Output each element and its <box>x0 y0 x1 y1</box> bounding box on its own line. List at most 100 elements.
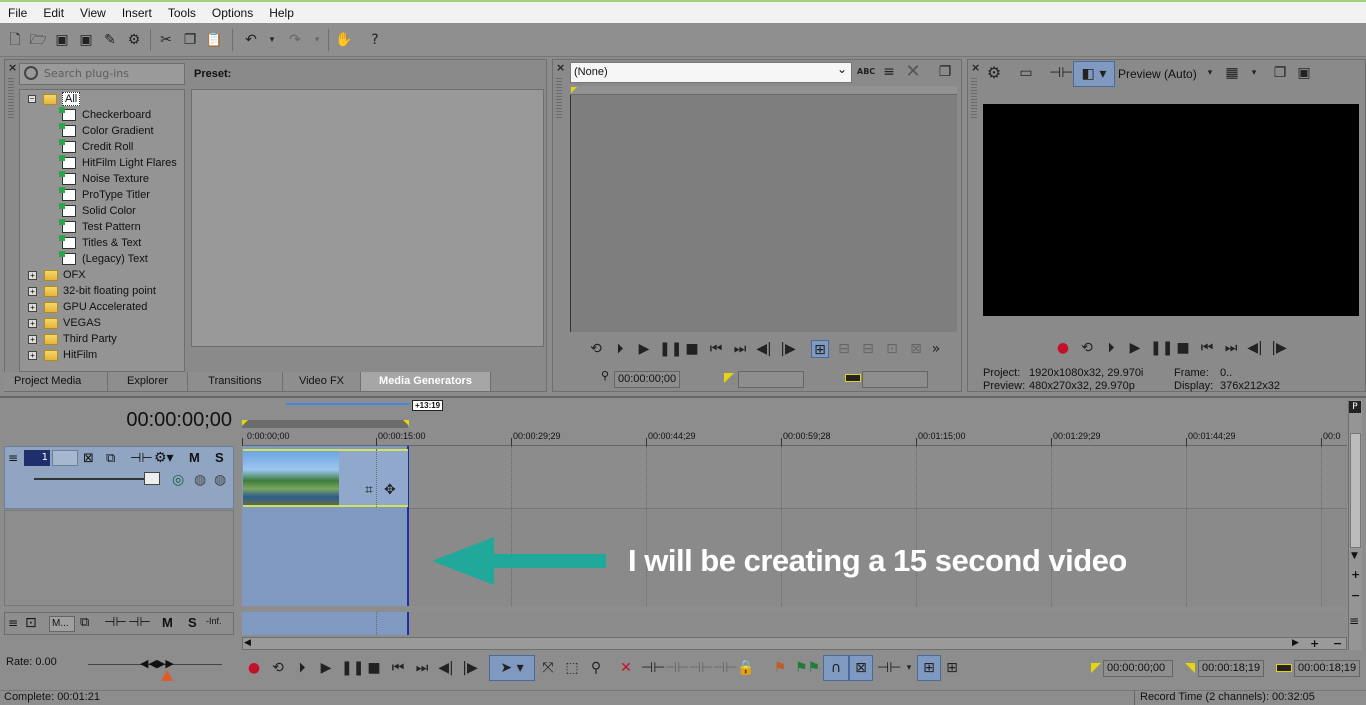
close-panel-icon[interactable]: × <box>971 62 981 73</box>
save-icon[interactable]: ▣ <box>53 31 71 49</box>
ignore-grouping-icon[interactable]: ⊞ <box>943 659 961 677</box>
trim-end-icon[interactable]: ⊣⊢ <box>689 659 713 677</box>
fit-icon[interactable]: ⊡ <box>883 340 901 358</box>
tree-item-generator[interactable]: ProType Titler <box>59 187 150 203</box>
bus-name[interactable]: M... <box>49 616 75 632</box>
tree-item-generator[interactable]: Titles & Text <box>59 235 141 251</box>
tree-item-all[interactable]: − All <box>28 91 81 107</box>
play-icon[interactable]: ▶ <box>1126 339 1144 357</box>
properties-gear-icon[interactable]: ⚙ <box>125 31 143 49</box>
cut-icon[interactable]: ✂ <box>157 31 175 49</box>
menu-file[interactable]: File <box>0 6 35 20</box>
bus-pan-icon[interactable]: ⊣⊢ <box>128 615 151 630</box>
make-compositing-parent-icon[interactable]: ◍ <box>214 472 226 488</box>
go-to-start-icon[interactable]: ⏮ <box>1198 339 1216 357</box>
selection-end-timecode[interactable]: 00:00:18;19 <box>1198 660 1264 677</box>
tree-item-generator[interactable]: Checkerboard <box>59 107 151 123</box>
save-as-icon[interactable]: ▣ <box>77 31 95 49</box>
copy-snapshot-icon[interactable]: ❐ <box>1271 64 1289 82</box>
play-from-start-icon[interactable]: ⏵ <box>293 659 311 677</box>
loop-icon[interactable]: ⟲ <box>587 340 605 358</box>
panel-splitter[interactable] <box>0 396 1366 398</box>
scroll-right-icon[interactable]: ▶ <box>1292 638 1299 648</box>
step-forward-icon[interactable]: |▶ <box>779 340 797 358</box>
menu-edit[interactable]: Edit <box>35 6 72 20</box>
new-file-icon[interactable]: 🗋 <box>6 31 24 49</box>
compositing-child-icon[interactable]: ◎ <box>172 472 184 488</box>
overwrite-icon[interactable]: ⊟ <box>859 340 877 358</box>
tree-item-folder[interactable]: + OFX <box>28 267 86 283</box>
next-frame-icon[interactable]: |▶ <box>1270 339 1288 357</box>
menu-help[interactable]: Help <box>261 6 302 20</box>
tree-item-generator[interactable]: (Legacy) Text <box>59 251 148 267</box>
trimmer-length-timecode[interactable] <box>862 371 928 388</box>
menu-view[interactable]: View <box>72 6 114 20</box>
expand-icon[interactable]: + <box>28 286 37 296</box>
track-menu-icon[interactable]: ≡ <box>8 451 18 465</box>
video-fx-toggle-icon[interactable]: ◧ ▾ <box>1073 61 1115 87</box>
track-motion-icon[interactable]: ⊠ <box>83 451 94 466</box>
undo-dropdown-icon[interactable]: ▾ <box>263 31 281 49</box>
pause-icon[interactable]: ❚❚ <box>659 340 682 358</box>
tree-item-generator[interactable]: Noise Texture <box>59 171 149 187</box>
clear-x-icon[interactable]: ✕ <box>904 63 922 81</box>
insert-marker-icon[interactable]: ⚑ <box>771 659 789 677</box>
spell-check-icon[interactable]: ABC <box>857 63 875 81</box>
selection-length-timecode[interactable]: 00:00:18;19 <box>1294 660 1360 677</box>
render-icon[interactable]: ✎ <box>101 31 119 49</box>
go-to-end-icon[interactable]: ⏭ <box>413 659 431 677</box>
interactive-tutorial-icon[interactable]: ✋ <box>335 31 353 49</box>
loop-start-marker-icon[interactable] <box>242 420 248 426</box>
bus-list-menu-icon[interactable]: ≡ <box>1349 614 1359 628</box>
stop-icon[interactable]: ■ <box>683 340 701 358</box>
loop-region-bar[interactable] <box>242 420 408 428</box>
next-frame-icon[interactable]: ⏭ <box>731 340 749 358</box>
more-chevron-icon[interactable]: » <box>927 340 945 358</box>
bus-automation-icon[interactable]: ⊣⊢ <box>104 615 127 630</box>
tree-item-generator[interactable]: HitFilm Light Flares <box>59 155 177 171</box>
lock-icon[interactable]: 🔒 <box>737 659 755 677</box>
rate-slider-thumb-icon[interactable]: ◀◀▶▶ <box>140 657 174 670</box>
copy-icon[interactable]: ❐ <box>181 31 199 49</box>
preview-screen[interactable] <box>983 104 1359 316</box>
panel-grip[interactable] <box>971 78 977 118</box>
timeline-ruler[interactable]: 0:00:00;00 00:00:15:00 00:00:29;29 00:00… <box>242 428 1347 446</box>
play-icon[interactable]: ▶ <box>317 659 335 677</box>
previous-frame-icon[interactable]: ◀| <box>437 659 455 677</box>
expand-icon[interactable]: + <box>28 350 37 360</box>
menu-insert[interactable]: Insert <box>114 6 160 20</box>
play-from-start-icon[interactable]: ⏵ <box>1102 339 1120 357</box>
solo-button[interactable]: S <box>215 450 224 465</box>
previous-frame-icon[interactable]: ⏮ <box>707 340 725 358</box>
tree-item-folder[interactable]: + GPU Accelerated <box>28 299 147 315</box>
close-panel-icon[interactable]: × <box>556 62 566 73</box>
overlays-grid-icon[interactable]: ▦ <box>1223 64 1241 82</box>
master-bus-selection[interactable] <box>242 612 409 635</box>
zoom-out-vertical-icon[interactable]: − <box>1351 589 1360 602</box>
vertical-scroll-thumb[interactable] <box>1350 433 1361 548</box>
auto-crossfade-icon[interactable]: ⊠ <box>849 655 873 681</box>
trimmer-in-timecode[interactable] <box>738 371 804 388</box>
go-to-start-icon[interactable]: ⏮ <box>389 659 407 677</box>
trimmer-ruler[interactable] <box>570 86 957 95</box>
redo-dropdown-icon[interactable]: ▾ <box>308 31 326 49</box>
pause-icon[interactable]: ❚❚ <box>341 659 364 677</box>
save-snapshot-icon[interactable]: ▣ <box>1295 64 1313 82</box>
bus-mute-button[interactable]: M <box>162 615 173 630</box>
loop-playback-icon[interactable]: ⟲ <box>269 659 287 677</box>
external-monitor-icon[interactable]: ▭ <box>1017 64 1035 82</box>
tree-item-generator[interactable]: Color Gradient <box>59 123 154 139</box>
preview-quality[interactable]: Preview (Auto) <box>1118 67 1197 81</box>
insert-region-icon[interactable]: ⚑⚑ <box>795 659 820 677</box>
step-back-icon[interactable]: ◀| <box>755 340 773 358</box>
scroll-left-icon[interactable]: ◀ <box>244 638 251 648</box>
bus-menu-icon[interactable]: ≡ <box>8 616 18 630</box>
tab-transitions[interactable]: Transitions <box>188 372 283 391</box>
event-pan-crop-icon[interactable]: ⌗ <box>365 482 373 498</box>
paste-icon[interactable]: 📋 <box>205 31 223 49</box>
bus-fx-icon[interactable]: ⧉ <box>80 615 89 630</box>
overlays-dropdown-icon[interactable]: ▾ <box>1245 64 1263 82</box>
track-name-field[interactable] <box>52 450 78 466</box>
tree-item-folder[interactable]: + VEGAS <box>28 315 101 331</box>
undo-icon[interactable]: ↶ <box>242 31 260 49</box>
